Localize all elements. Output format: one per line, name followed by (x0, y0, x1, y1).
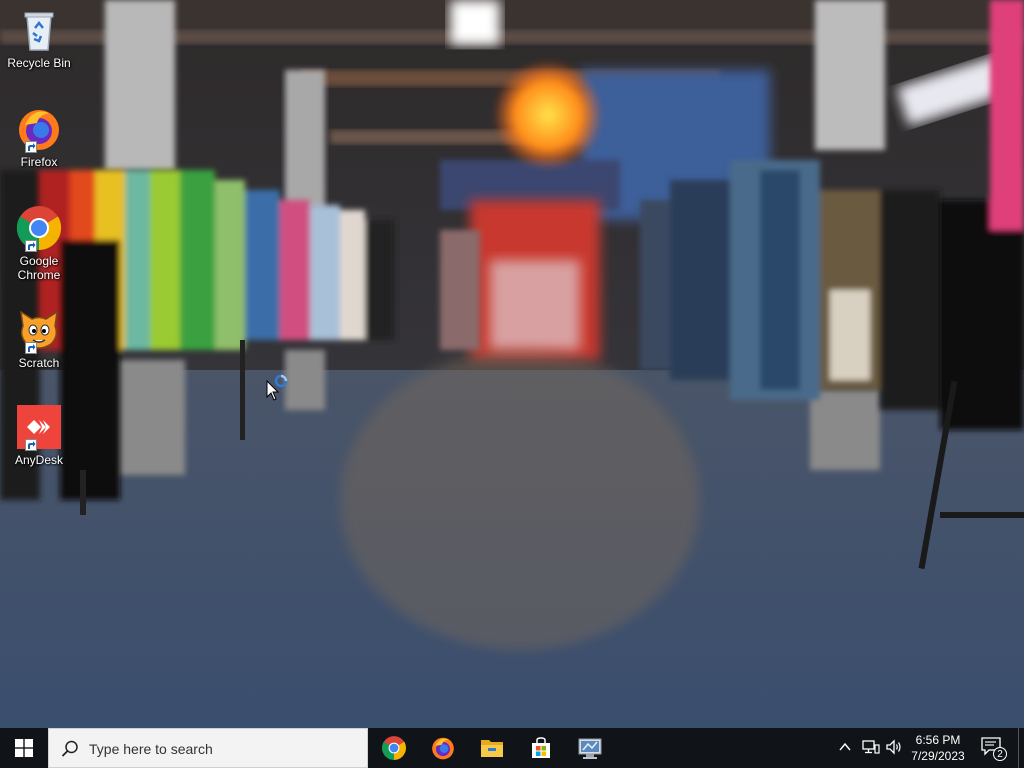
taskbar-app-chrome[interactable] (370, 728, 418, 768)
search-icon (61, 740, 78, 757)
taskbar-clock[interactable]: 6:56 PM 7/29/2023 (904, 732, 972, 764)
desktop-icon-label: Recycle Bin (7, 56, 71, 70)
shortcut-arrow-icon (25, 240, 37, 252)
taskbar-app-microsoft-store[interactable] (517, 728, 565, 768)
file-explorer-icon (481, 740, 503, 757)
action-center-button[interactable]: 2 (980, 736, 1007, 762)
clock-time: 6:56 PM (915, 733, 961, 747)
show-desktop-button[interactable] (1018, 728, 1024, 768)
loading-spinner-icon (274, 374, 288, 388)
taskbar: Type here to search 6:56 PM 7/29/2023 2 (0, 728, 1024, 768)
desktop-icon-label: Firefox (20, 155, 58, 169)
shortcut-arrow-icon (25, 141, 37, 153)
desktop[interactable]: Recycle Bin Firefox Google Chrome Scratc… (0, 0, 1024, 728)
clock-date: 7/29/2023 (911, 749, 965, 763)
scratch-icon (15, 306, 63, 354)
volume-icon[interactable] (885, 739, 903, 755)
desktop-icon-firefox[interactable]: Firefox (4, 105, 74, 169)
store-icon (532, 737, 550, 758)
chrome-icon (382, 736, 406, 760)
control-panel-icon (578, 738, 602, 759)
desktop-icon-label: Google Chrome (17, 254, 61, 282)
recycle-bin-icon (15, 6, 63, 54)
wallpaper-clothing-store (0, 0, 1024, 728)
shortcut-arrow-icon (25, 342, 37, 354)
chrome-icon (15, 204, 63, 252)
windows-logo-icon (15, 739, 33, 757)
shortcut-arrow-icon (25, 439, 37, 451)
anydesk-icon (15, 403, 63, 451)
start-button[interactable] (0, 728, 48, 768)
desktop-icon-anydesk[interactable]: AnyDesk (4, 403, 74, 467)
notification-count-badge: 2 (993, 747, 1007, 761)
show-hidden-icons-chevron-icon[interactable] (838, 740, 852, 754)
taskbar-app-control-panel[interactable] (566, 728, 614, 768)
firefox-icon (15, 105, 63, 153)
taskbar-search-box[interactable]: Type here to search (48, 728, 368, 768)
network-icon[interactable] (862, 739, 880, 755)
desktop-icon-scratch[interactable]: Scratch (4, 306, 74, 370)
desktop-icon-label: AnyDesk (14, 453, 64, 467)
taskbar-app-file-explorer[interactable] (468, 728, 516, 768)
taskbar-app-firefox[interactable] (419, 728, 467, 768)
desktop-icon-recycle-bin[interactable]: Recycle Bin (4, 6, 74, 70)
desktop-icon-google-chrome[interactable]: Google Chrome (4, 204, 74, 282)
desktop-icon-label: Scratch (18, 356, 60, 370)
search-placeholder: Type here to search (89, 741, 213, 757)
firefox-icon (432, 737, 454, 760)
